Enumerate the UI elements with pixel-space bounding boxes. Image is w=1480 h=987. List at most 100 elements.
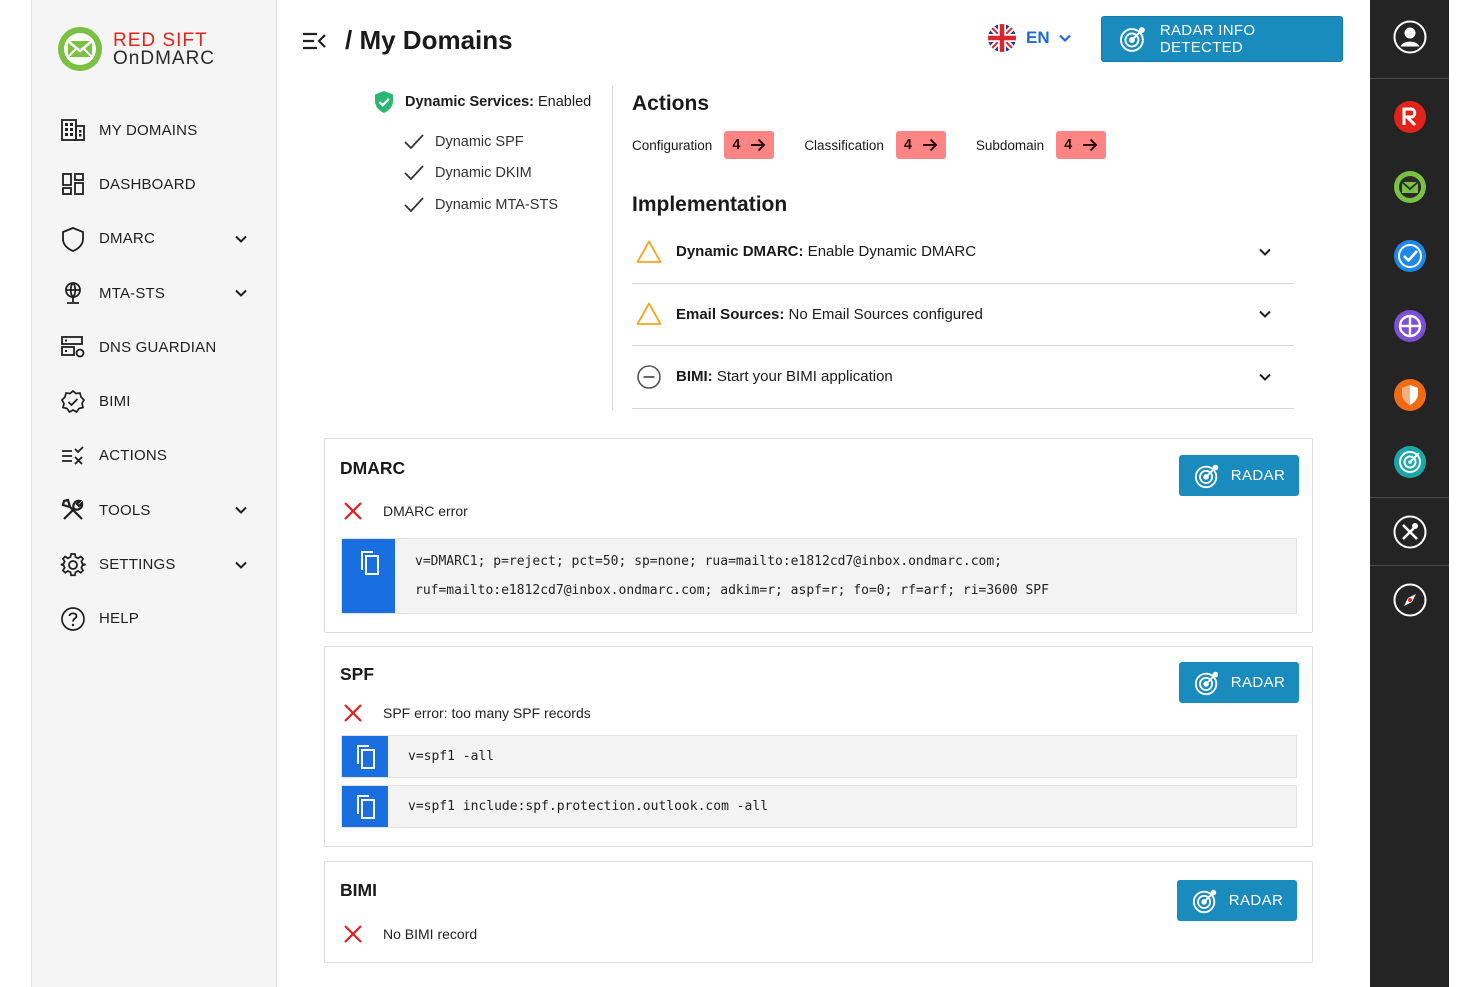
- spf-record-text: v=spf1 -all: [408, 749, 495, 764]
- arrow-right-icon: [751, 138, 766, 152]
- implementation-item-email-sources[interactable]: Email Sources: No Email Sources configur…: [632, 284, 1294, 346]
- card-title: DMARC: [340, 458, 406, 478]
- compass-icon: [1393, 583, 1426, 617]
- rail-divider: [1370, 78, 1449, 79]
- radar-icon: [1194, 671, 1218, 695]
- radar-button-label: RADAR: [1230, 674, 1286, 691]
- sidebar-item-mta-sts[interactable]: MTA-STS: [32, 266, 278, 320]
- implementation-item-bimi[interactable]: BIMI: Start your BIMI application: [632, 346, 1294, 409]
- sidebar-item-label: MY DOMAINS: [99, 121, 198, 139]
- chevron-down-icon: [1259, 373, 1271, 381]
- rail-app-redsift[interactable]: [1370, 100, 1449, 134]
- copy-button[interactable]: [342, 539, 395, 613]
- sidebar-item-label: SETTINGS: [99, 556, 176, 574]
- sidebar-item-help[interactable]: HELP: [32, 592, 278, 646]
- sidebar-item-actions[interactable]: ACTIONS: [32, 429, 278, 483]
- action-count-button[interactable]: 4: [895, 131, 946, 159]
- spf-record-box: v=spf1 include:spf.protection.outlook.co…: [341, 785, 1297, 828]
- implementation-key: Dynamic DMARC:: [676, 243, 804, 261]
- radar-info-button[interactable]: RADAR INFO DETECTED: [1101, 16, 1343, 62]
- chevron-down-icon[interactable]: [234, 503, 248, 517]
- rail-app-certificates[interactable]: [1370, 239, 1449, 273]
- chevron-down-icon: [1058, 34, 1071, 43]
- radar-info-label: RADAR INFO DETECTED: [1159, 22, 1256, 56]
- page-title-text: My Domains: [359, 25, 513, 55]
- radar-icon: [1119, 27, 1145, 52]
- sidebar: RED SIFT OnDMARC MY DOMAINS DASHBOARD DM…: [31, 0, 277, 987]
- sidebar-item-settings[interactable]: SETTINGS: [32, 537, 278, 591]
- vertical-divider: [612, 86, 613, 410]
- radar-button[interactable]: RADAR: [1179, 455, 1299, 496]
- copy-icon: [357, 745, 375, 769]
- action-label: Configuration: [632, 137, 713, 153]
- action-count-button[interactable]: 4: [724, 131, 775, 159]
- action-count: 4: [732, 137, 741, 153]
- server-icon: [60, 334, 86, 360]
- dynamic-services-list: Dynamic SPF Dynamic DKIM Dynamic MTA-STS: [403, 126, 603, 221]
- chevron-down-icon[interactable]: [234, 286, 248, 300]
- certificates-icon: [1393, 240, 1426, 272]
- list-item: Dynamic DKIM: [403, 158, 603, 190]
- rail-app-brand-trust[interactable]: [1370, 309, 1449, 343]
- radar-icon: [1192, 889, 1216, 913]
- actions-row: Configuration 4 Classification 4 Subdoma…: [632, 131, 1136, 159]
- error-text: SPF error: too many SPF records: [383, 705, 591, 721]
- ondmarc-logo-icon: [58, 27, 102, 71]
- gear-icon: [60, 552, 86, 578]
- sidebar-item-label: TOOLS: [99, 501, 151, 519]
- action-count: 4: [1064, 137, 1073, 153]
- copy-button[interactable]: [342, 786, 388, 827]
- radar-button-label: RADAR: [1228, 892, 1284, 909]
- chevron-down-icon: [1259, 311, 1271, 319]
- sidebar-item-dmarc[interactable]: DMARC: [32, 212, 278, 266]
- rail-tools-button[interactable]: [1370, 515, 1449, 549]
- uk-flag-icon: [988, 24, 1016, 52]
- tools-x-icon: [1393, 515, 1426, 549]
- sidebar-item-label: ACTIONS: [99, 447, 168, 465]
- error-text: No BIMI record: [383, 926, 478, 942]
- arrow-right-icon: [1083, 138, 1098, 152]
- action-count: 4: [903, 137, 912, 153]
- card-title: BIMI: [340, 880, 377, 900]
- implementation-key: Email Sources:: [676, 305, 785, 323]
- copy-button[interactable]: [342, 736, 388, 777]
- error-text: DMARC error: [383, 503, 468, 519]
- language-selector[interactable]: EN: [988, 24, 1072, 52]
- warning-icon: [636, 240, 662, 263]
- sidebar-item-my-domains[interactable]: MY DOMAINS: [32, 103, 278, 157]
- chevron-down-icon[interactable]: [234, 232, 248, 246]
- sidebar-item-label: BIMI: [99, 393, 131, 411]
- sidebar-item-bimi[interactable]: BIMI: [32, 374, 278, 428]
- product-rail: [1370, 0, 1449, 987]
- rail-app-ondmarc[interactable]: [1370, 170, 1449, 204]
- sidebar-item-label: MTA-STS: [99, 284, 166, 302]
- radar-button[interactable]: RADAR: [1177, 880, 1297, 921]
- copy-icon: [360, 551, 379, 575]
- dynamic-services-panel: Dynamic Services: Enabled Dynamic SPF Dy…: [373, 90, 603, 221]
- brand-logo[interactable]: RED SIFT OnDMARC: [57, 26, 257, 74]
- card-title: SPF: [340, 664, 375, 684]
- action-count-button[interactable]: 4: [1056, 131, 1107, 159]
- user-profile-button[interactable]: [1370, 20, 1449, 54]
- sidebar-item-label: DASHBOARD: [99, 175, 196, 193]
- rail-explore-button[interactable]: [1370, 583, 1449, 617]
- rail-app-radar[interactable]: [1370, 445, 1449, 479]
- shield-check-icon: [375, 91, 393, 113]
- sidebar-item-dns-guardian[interactable]: DNS GUARDIAN: [32, 320, 278, 374]
- action-configuration: Configuration 4: [632, 131, 775, 159]
- dynamic-service-name: Dynamic MTA-STS: [435, 196, 558, 213]
- sidebar-item-dashboard[interactable]: DASHBOARD: [32, 157, 278, 211]
- chevron-down-icon[interactable]: [234, 558, 248, 572]
- asm-shield-icon: [1393, 379, 1426, 411]
- rail-app-asm[interactable]: [1370, 378, 1449, 412]
- sidebar-item-tools[interactable]: TOOLS: [32, 483, 278, 537]
- menu-collapse-icon[interactable]: [302, 30, 326, 52]
- sidebar-nav: MY DOMAINS DASHBOARD DMARC MTA-STS DNS G…: [32, 103, 278, 646]
- chevron-down-icon: [1259, 248, 1271, 256]
- radar-button[interactable]: RADAR: [1179, 662, 1299, 703]
- error-x-icon: [344, 925, 362, 943]
- spf-record-text: v=spf1 include:spf.protection.outlook.co…: [408, 799, 769, 814]
- dmarc-record-line-2: ruf=mailto:e1812cd7@inbox.ondmarc.com; a…: [415, 583, 1049, 598]
- dynamic-services-label: Dynamic Services:: [405, 94, 534, 110]
- implementation-item-dynamic-dmarc[interactable]: Dynamic DMARC: Enable Dynamic DMARC: [632, 221, 1294, 284]
